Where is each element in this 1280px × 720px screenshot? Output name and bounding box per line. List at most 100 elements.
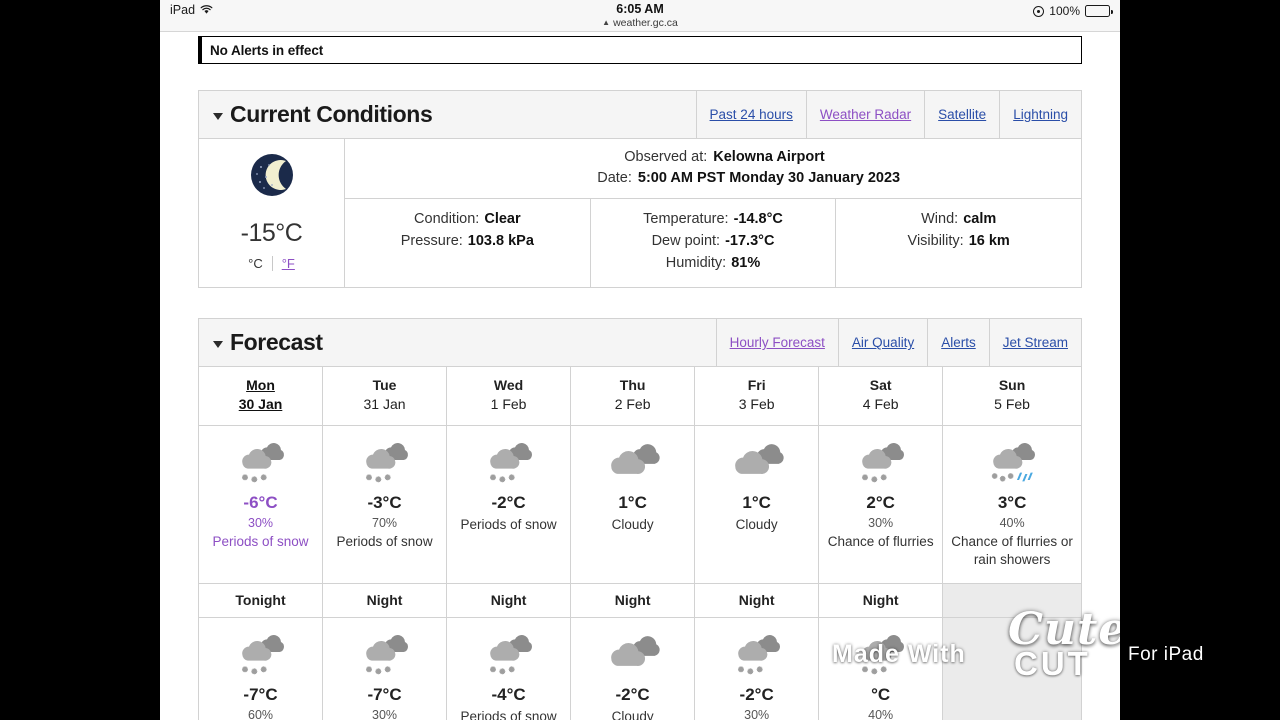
forecast-cell-content: -7°C 60% Periods of snow [206, 618, 314, 720]
forecast-description: Periods of snow [460, 517, 557, 532]
day-header: Tue 31 Jan [364, 367, 406, 425]
status-right: 100% [1033, 4, 1113, 18]
forecast-temperature: -6°C [243, 493, 278, 512]
pressure-label: Pressure: [400, 233, 463, 249]
precipitation-probability: 30% [248, 516, 274, 530]
link-weather-radar[interactable]: Weather Radar [805, 91, 924, 138]
current-temp-block: -15°C °C °F [199, 139, 345, 287]
condition-value: Clear [484, 211, 521, 227]
forecast-day-cell-2[interactable]: -2°C Periods of snow [446, 426, 570, 583]
day-of-week: Wed [493, 377, 524, 393]
forecast-temperature: -4°C [491, 685, 526, 704]
forecast-night-cell-2[interactable]: -4°C Periods of snow [446, 618, 570, 720]
day-date: 4 Feb [862, 396, 899, 412]
forecast-temperature: 3°C [997, 493, 1027, 512]
forecast-night-cell-5[interactable]: °C 40% Chance of flurries [818, 618, 942, 720]
link-alerts[interactable]: Alerts [927, 319, 989, 366]
forecast-cell-content: 3°C 40% Chance of flurries or rain showe… [943, 426, 1081, 583]
collapse-caret-icon[interactable] [213, 341, 223, 348]
forecast-description: Periods of snow [460, 709, 557, 720]
night-header-cell-6 [942, 584, 1081, 617]
day-of-week: Thu [619, 377, 646, 393]
forecast-night-cell-3[interactable]: -2°C Cloudy [570, 618, 694, 720]
forecast-description: Periods of snow [212, 534, 309, 549]
forecast-cell-content: -4°C Periods of snow [455, 618, 563, 720]
night-header-cell-5: Night [818, 584, 942, 617]
humidity-row: Humidity: 81% [591, 255, 836, 271]
unit-fahrenheit-link[interactable]: °F [282, 256, 295, 271]
forecast-night-cell-4[interactable]: -2°C 30% Chance of flurries [694, 618, 818, 720]
forecast-day-cell-0[interactable]: -6°C 30% Periods of snow [199, 426, 322, 583]
collapse-caret-icon[interactable] [213, 113, 223, 120]
day-header: Mon 30 Jan [239, 367, 283, 425]
cloudy-icon [726, 436, 788, 491]
snow-cloud-icon [212, 628, 308, 683]
pressure-value: 103.8 kPa [467, 233, 534, 249]
day-header: Sun 5 Feb [994, 367, 1030, 425]
forecast-cell-content: -3°C 70% Periods of snow [331, 426, 439, 565]
forecast-cell-content: -2°C 30% Chance of flurries [698, 618, 816, 720]
forecast-temperature: -3°C [367, 493, 402, 512]
screen: iPad 6:05 AM ▲ weather.gc.ca 100% No Ale… [0, 0, 1280, 720]
wind-value: calm [963, 211, 997, 227]
forecast-title-group[interactable]: Forecast [199, 329, 323, 356]
precipitation-probability: 30% [744, 708, 770, 720]
battery-percent: 100% [1049, 4, 1080, 18]
link-lightning[interactable]: Lightning [999, 91, 1081, 138]
link-satellite[interactable]: Satellite [924, 91, 999, 138]
link-air-quality[interactable]: Air Quality [837, 319, 927, 366]
day-date: 1 Feb [490, 396, 527, 412]
day-of-week: Mon [246, 377, 275, 393]
precipitation-probability: 40% [868, 708, 894, 720]
temperature-row: Temperature: -14.8°C [591, 211, 836, 227]
night-header-cell-4: Night [694, 584, 818, 617]
forecast-description: Cloudy [611, 517, 654, 532]
forecast-night-row: -7°C 60% Periods of snow -7°C 30% Chance… [199, 617, 1081, 720]
link-past-24-hours[interactable]: Past 24 hours [695, 91, 806, 138]
forecast-day-cell-5[interactable]: 2°C 30% Chance of flurries [818, 426, 942, 583]
forecast-day-cell-3[interactable]: 1°C Cloudy [570, 426, 694, 583]
current-conditions-title-group[interactable]: Current Conditions [199, 101, 433, 128]
day-of-week: Fri [747, 377, 766, 393]
forecast-cell-content: -7°C 30% Chance of flurries [326, 618, 444, 720]
current-conditions-panel: Current Conditions Past 24 hours Weather… [198, 90, 1082, 288]
link-jet-stream[interactable]: Jet Stream [988, 319, 1081, 366]
link-hourly-forecast[interactable]: Hourly Forecast [715, 319, 838, 366]
visibility-label: Visibility: [907, 233, 964, 249]
snow-rain-cloud-icon [949, 436, 1075, 491]
forecast-temperature: -2°C [739, 685, 774, 704]
forecast-day-cell-4[interactable]: 1°C Cloudy [694, 426, 818, 583]
battery-icon [1085, 5, 1113, 17]
current-temperature: -15°C [240, 219, 303, 247]
forecast-temperature: 2°C [866, 493, 895, 512]
forecast-header: Forecast Hourly Forecast Air Quality Ale… [199, 319, 1081, 367]
status-center: 6:05 AM ▲ weather.gc.ca [160, 2, 1120, 30]
date-value: 5:00 AM PST Monday 30 January 2023 [637, 170, 901, 186]
forecast-night-cell-0[interactable]: -7°C 60% Periods of snow [199, 618, 322, 720]
forecast-links: Hourly Forecast Air Quality Alerts Jet S… [715, 319, 1081, 366]
cloudy-icon [602, 628, 664, 683]
conditions-column-2: Temperature: -14.8°C Dew point: -17.3°C … [589, 199, 836, 287]
night-header-label: Night [862, 592, 899, 608]
unit-toggle: °C °F [248, 256, 295, 271]
watermark-for-ipad: For iPad [1128, 644, 1204, 665]
snow-cloud-icon [461, 628, 557, 683]
forecast-night-cell-1[interactable]: -7°C 30% Chance of flurries [322, 618, 446, 720]
conditions-column-3: Wind: calm Visibility: 16 km [835, 199, 1081, 287]
forecast-day-cell-1[interactable]: -3°C 70% Periods of snow [322, 426, 446, 583]
forecast-cell-content: -6°C 30% Periods of snow [206, 426, 314, 565]
page-title-forecast: Forecast [230, 329, 323, 355]
conditions-columns: Condition: Clear Pressure: 103.8 kPa Tem… [345, 199, 1081, 287]
snow-cloud-icon [828, 436, 934, 491]
dewpoint-row: Dew point: -17.3°C [591, 233, 836, 249]
night-header-cell-3: Night [570, 584, 694, 617]
forecast-day-cell-6[interactable]: 3°C 40% Chance of flurries or rain showe… [942, 426, 1081, 583]
day-of-week: Tue [372, 377, 397, 393]
current-conditions-body: -15°C °C °F Observed at: Kelowna Airport [199, 139, 1081, 287]
forecast-night-header-row: Tonight Night Night Night Night Night [199, 583, 1081, 617]
unit-celsius-label: °C [248, 256, 263, 271]
rotation-lock-icon [1033, 5, 1045, 17]
forecast-temperature: -7°C [367, 685, 402, 704]
snow-cloud-icon [461, 436, 557, 491]
night-header-cell-2: Night [446, 584, 570, 617]
